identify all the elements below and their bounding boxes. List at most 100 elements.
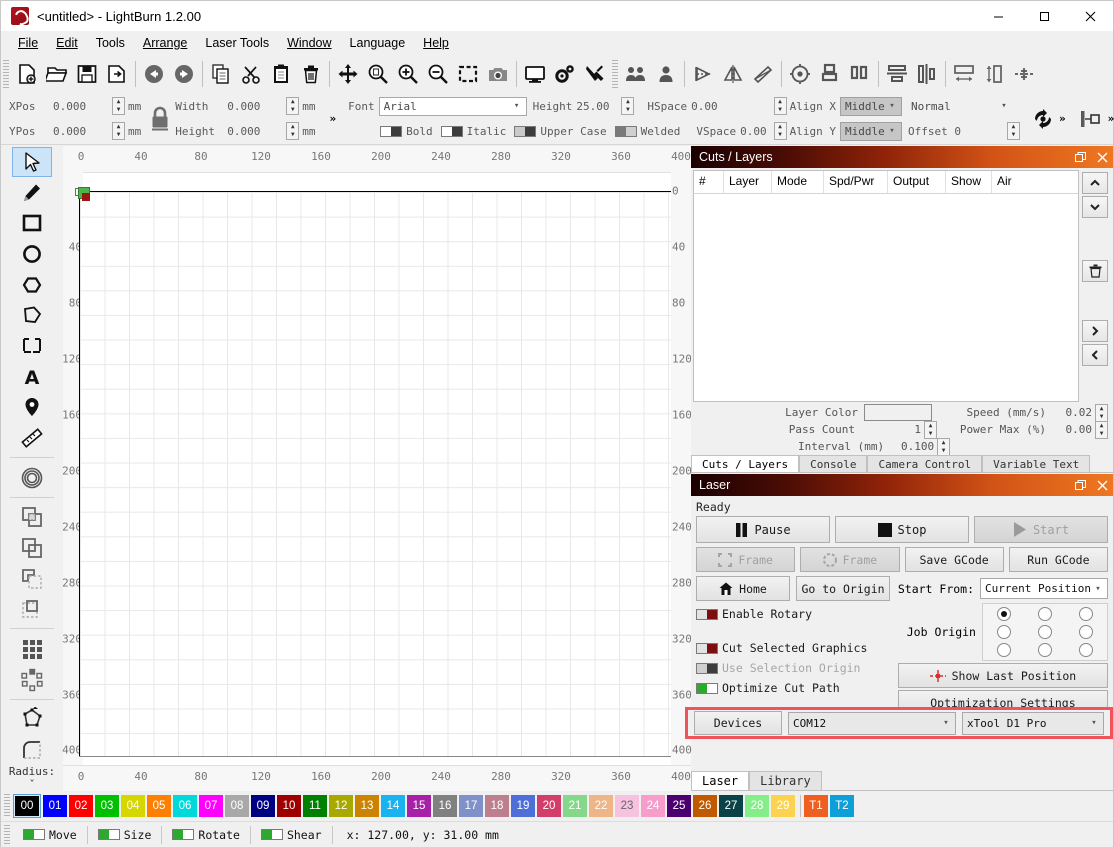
column-header-output[interactable]: Output <box>888 171 946 193</box>
statusbar-grip[interactable] <box>4 825 10 845</box>
prev-layer-button[interactable] <box>1082 344 1108 366</box>
undock-icon[interactable] <box>1069 474 1091 496</box>
italic-toggle[interactable] <box>441 126 463 137</box>
cuts-layers-table[interactable]: # Layer Mode Spd/Pwr Output Show Air <box>693 170 1079 402</box>
shear-toggle-item[interactable]: Shear <box>251 828 332 842</box>
measure-tool[interactable] <box>12 423 52 453</box>
palette-swatch-20[interactable]: 20 <box>537 795 561 817</box>
palette-swatch-03[interactable]: 03 <box>95 795 119 817</box>
select-tool[interactable] <box>12 147 52 177</box>
job-origin-radio[interactable] <box>1079 625 1093 639</box>
position-group-expand[interactable]: » <box>330 112 337 125</box>
move-layer-up-button[interactable] <box>1082 172 1108 194</box>
move-toggle-item[interactable]: Move <box>13 828 87 842</box>
palette-swatch-t2[interactable]: T2 <box>830 795 854 817</box>
show-last-position-button[interactable]: Show Last Position <box>898 663 1108 688</box>
delete-icon[interactable] <box>296 58 326 90</box>
palette-swatch-00[interactable]: 00 <box>13 794 41 818</box>
draw-tool[interactable] <box>12 178 52 208</box>
toolbar-grip-2[interactable] <box>612 60 618 88</box>
job-origin-radio[interactable] <box>997 607 1011 621</box>
zoom-out-icon[interactable] <box>423 58 453 90</box>
job-origin-radio[interactable] <box>1079 643 1093 657</box>
go-to-origin-button[interactable]: Go to Origin <box>796 576 890 601</box>
palette-swatch-04[interactable]: 04 <box>121 795 145 817</box>
copy-icon[interactable] <box>206 58 236 90</box>
paste-icon[interactable] <box>266 58 296 90</box>
ypos-stepper[interactable]: ▲▼ <box>112 122 125 140</box>
boolean-subtract-tool[interactable] <box>12 533 52 563</box>
grid-array-tool[interactable] <box>12 634 52 664</box>
column-header-number[interactable]: # <box>694 171 724 193</box>
ypos-value[interactable]: 0.000 <box>53 125 109 138</box>
close-button[interactable] <box>1067 1 1113 31</box>
menu-laser-tools[interactable]: Laser Tools <box>196 33 278 53</box>
text-tool[interactable]: A <box>12 362 52 392</box>
minimize-button[interactable] <box>975 1 1021 31</box>
optimize-cut-path-toggle[interactable] <box>696 683 718 694</box>
nudge-offset-icon[interactable] <box>1078 103 1104 135</box>
save-icon[interactable] <box>72 58 102 90</box>
tool-palette-more[interactable]: ˇ <box>29 778 36 791</box>
zoom-in-icon[interactable] <box>393 58 423 90</box>
palette-swatch-12[interactable]: 12 <box>329 795 353 817</box>
xpos-value[interactable]: 0.000 <box>53 100 109 113</box>
offset-ring-tool[interactable] <box>12 463 52 493</box>
frame-square-button[interactable]: Frame <box>696 547 795 572</box>
height-value[interactable]: 0.000 <box>227 125 283 138</box>
align-x-select[interactable]: Middle ▾ <box>840 97 902 116</box>
palette-swatch-27[interactable]: 27 <box>719 795 743 817</box>
menu-language[interactable]: Language <box>341 33 415 53</box>
enable-rotary-row[interactable]: Enable Rotary <box>696 604 893 624</box>
column-header-show[interactable]: Show <box>946 171 992 193</box>
offset-shape-tool[interactable] <box>12 331 52 361</box>
speed-stepper[interactable]: ▲▼ <box>1095 404 1108 422</box>
menu-tools[interactable]: Tools <box>87 33 134 53</box>
close-icon[interactable] <box>1091 474 1113 496</box>
zoom-to-fit-icon[interactable] <box>363 58 393 90</box>
power-max-stepper[interactable]: ▲▼ <box>1095 421 1108 439</box>
position-tool[interactable] <box>12 393 52 423</box>
boolean-intersect-tool[interactable] <box>12 564 52 594</box>
circular-array-tool[interactable] <box>12 665 52 695</box>
welded-toggle[interactable] <box>615 126 637 137</box>
text-style-select[interactable]: Normal ▾ <box>906 97 1014 116</box>
palette-grip[interactable] <box>4 794 10 818</box>
palette-swatch-08[interactable]: 08 <box>225 795 249 817</box>
tab-camera-control[interactable]: Camera Control <box>867 455 982 472</box>
speed-value[interactable]: 0.02 <box>1052 406 1092 419</box>
palette-swatch-18[interactable]: 18 <box>485 795 509 817</box>
pass-count-stepper[interactable]: ▲▼ <box>924 421 937 439</box>
vspace-value[interactable]: 0.00 <box>740 125 767 138</box>
nudge-group-expand[interactable]: » <box>1108 112 1114 125</box>
mirror-horizontal-icon[interactable] <box>688 58 718 90</box>
column-header-spdpwr[interactable]: Spd/Pwr <box>824 171 888 193</box>
height-stepper[interactable]: ▲▼ <box>286 122 299 140</box>
frame-preview-icon[interactable] <box>520 58 550 90</box>
palette-swatch-28[interactable]: 28 <box>745 795 769 817</box>
power-max-value[interactable]: 0.00 <box>1052 423 1092 436</box>
move-icon[interactable] <box>333 58 363 90</box>
column-header-air[interactable]: Air <box>992 171 1052 193</box>
palette-swatch-16[interactable]: 16 <box>433 795 457 817</box>
palette-swatch-07[interactable]: 07 <box>199 795 223 817</box>
font-select[interactable]: Arial ▾ <box>379 97 527 116</box>
xpos-stepper[interactable]: ▲▼ <box>112 97 125 115</box>
freehand-tool[interactable] <box>12 301 52 331</box>
move-toggle[interactable] <box>23 829 45 840</box>
palette-swatch-22[interactable]: 22 <box>589 795 613 817</box>
redo-icon[interactable] <box>169 58 199 90</box>
align-y-stepper[interactable]: ▲▼ <box>774 122 787 140</box>
tab-cuts-layers[interactable]: Cuts / Layers <box>691 455 799 472</box>
shear-toggle[interactable] <box>261 829 283 840</box>
boolean-union-tool[interactable] <box>12 503 52 533</box>
next-layer-button[interactable] <box>1082 320 1108 342</box>
palette-swatch-11[interactable]: 11 <box>303 795 327 817</box>
palette-swatch-02[interactable]: 02 <box>69 795 93 817</box>
mirror-vertical-icon[interactable] <box>718 58 748 90</box>
align-vertical-icon[interactable] <box>912 58 942 90</box>
new-file-icon[interactable] <box>12 58 42 90</box>
machine-settings-icon[interactable] <box>580 58 610 90</box>
cut-selected-graphics-toggle[interactable] <box>696 643 718 654</box>
device-select[interactable]: xTool D1 Pro ▾ <box>962 712 1104 735</box>
